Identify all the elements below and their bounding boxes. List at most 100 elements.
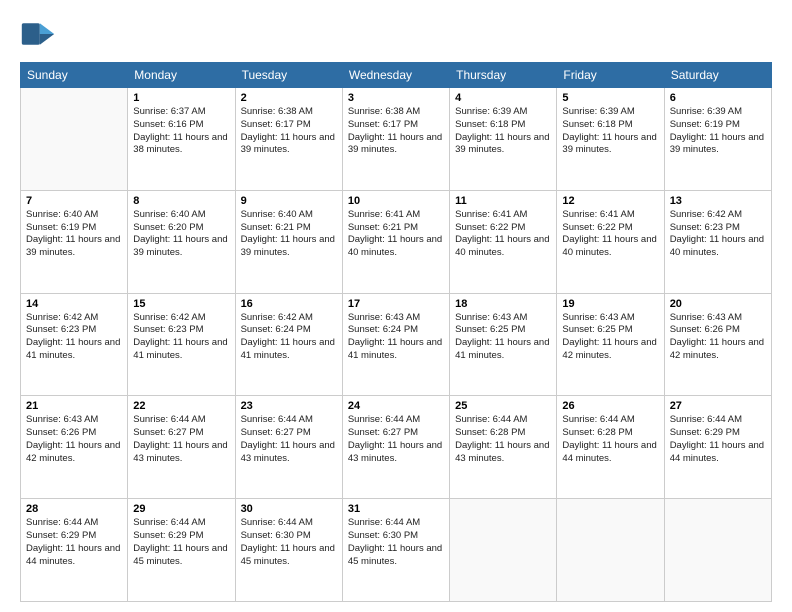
cell-info: Sunrise: 6:43 AMSunset: 6:25 PMDaylight:…	[455, 312, 551, 363]
calendar-header-wednesday: Wednesday	[342, 63, 449, 88]
logo-icon	[20, 16, 56, 52]
cell-info: Sunrise: 6:38 AMSunset: 6:17 PMDaylight:…	[241, 106, 337, 157]
calendar-cell: 16 Sunrise: 6:42 AMSunset: 6:24 PMDayligh…	[235, 293, 342, 396]
day-number: 21	[26, 400, 122, 412]
cell-info: Sunrise: 6:44 AMSunset: 6:28 PMDaylight:…	[455, 414, 551, 465]
day-number: 16	[241, 298, 337, 310]
cell-info: Sunrise: 6:44 AMSunset: 6:27 PMDaylight:…	[133, 414, 229, 465]
cell-info: Sunrise: 6:39 AMSunset: 6:19 PMDaylight:…	[670, 106, 766, 157]
cell-info: Sunrise: 6:42 AMSunset: 6:23 PMDaylight:…	[133, 312, 229, 363]
calendar-cell: 15 Sunrise: 6:42 AMSunset: 6:23 PMDayligh…	[128, 293, 235, 396]
day-number: 1	[133, 92, 229, 104]
calendar: SundayMondayTuesdayWednesdayThursdayFrid…	[20, 62, 772, 602]
day-number: 24	[348, 400, 444, 412]
calendar-cell: 31 Sunrise: 6:44 AMSunset: 6:30 PMDayligh…	[342, 499, 449, 602]
calendar-cell	[664, 499, 771, 602]
cell-info: Sunrise: 6:40 AMSunset: 6:20 PMDaylight:…	[133, 209, 229, 260]
cell-info: Sunrise: 6:44 AMSunset: 6:30 PMDaylight:…	[241, 517, 337, 568]
day-number: 25	[455, 400, 551, 412]
calendar-cell: 19 Sunrise: 6:43 AMSunset: 6:25 PMDayligh…	[557, 293, 664, 396]
cell-info: Sunrise: 6:44 AMSunset: 6:29 PMDaylight:…	[26, 517, 122, 568]
day-number: 29	[133, 503, 229, 515]
cell-info: Sunrise: 6:44 AMSunset: 6:28 PMDaylight:…	[562, 414, 658, 465]
calendar-cell: 3 Sunrise: 6:38 AMSunset: 6:17 PMDaylight…	[342, 88, 449, 191]
day-number: 20	[670, 298, 766, 310]
calendar-cell: 22Sunrise: 6:44 AMSunset: 6:27 PMDayligh…	[128, 396, 235, 499]
cell-info: Sunrise: 6:44 AMSunset: 6:29 PMDaylight:…	[133, 517, 229, 568]
calendar-header-saturday: Saturday	[664, 63, 771, 88]
calendar-cell: 23 Sunrise: 6:44 AMSunset: 6:27 PMDayligh…	[235, 396, 342, 499]
header	[20, 16, 772, 52]
cell-info: Sunrise: 6:37 AMSunset: 6:16 PMDaylight:…	[133, 106, 229, 157]
calendar-cell: 28 Sunrise: 6:44 AMSunset: 6:29 PMDayligh…	[21, 499, 128, 602]
day-number: 23	[241, 400, 337, 412]
day-number: 10	[348, 195, 444, 207]
day-number: 19	[562, 298, 658, 310]
calendar-week-4: 21 Sunrise: 6:43 AMSunset: 6:26 PMDayligh…	[21, 396, 772, 499]
day-number: 13	[670, 195, 766, 207]
calendar-header-friday: Friday	[557, 63, 664, 88]
calendar-cell: 26 Sunrise: 6:44 AMSunset: 6:28 PMDayligh…	[557, 396, 664, 499]
cell-info: Sunrise: 6:40 AMSunset: 6:21 PMDaylight:…	[241, 209, 337, 260]
cell-info: Sunrise: 6:43 AMSunset: 6:25 PMDaylight:…	[562, 312, 658, 363]
day-number: 4	[455, 92, 551, 104]
calendar-cell: 10 Sunrise: 6:41 AMSunset: 6:21 PMDayligh…	[342, 190, 449, 293]
calendar-cell: 18 Sunrise: 6:43 AMSunset: 6:25 PMDayligh…	[450, 293, 557, 396]
calendar-cell	[450, 499, 557, 602]
cell-info: Sunrise: 6:44 AMSunset: 6:30 PMDaylight:…	[348, 517, 444, 568]
day-number: 5	[562, 92, 658, 104]
calendar-header-row: SundayMondayTuesdayWednesdayThursdayFrid…	[21, 63, 772, 88]
page: SundayMondayTuesdayWednesdayThursdayFrid…	[0, 0, 792, 612]
calendar-cell: 21 Sunrise: 6:43 AMSunset: 6:26 PMDayligh…	[21, 396, 128, 499]
day-number: 12	[562, 195, 658, 207]
calendar-cell: 24 Sunrise: 6:44 AMSunset: 6:27 PMDayligh…	[342, 396, 449, 499]
cell-info: Sunrise: 6:43 AMSunset: 6:24 PMDaylight:…	[348, 312, 444, 363]
calendar-cell: 27 Sunrise: 6:44 AMSunset: 6:29 PMDayligh…	[664, 396, 771, 499]
cell-info: Sunrise: 6:41 AMSunset: 6:21 PMDaylight:…	[348, 209, 444, 260]
day-number: 31	[348, 503, 444, 515]
calendar-header-monday: Monday	[128, 63, 235, 88]
calendar-cell: 13 Sunrise: 6:42 AMSunset: 6:23 PMDayligh…	[664, 190, 771, 293]
calendar-cell: 30 Sunrise: 6:44 AMSunset: 6:30 PMDayligh…	[235, 499, 342, 602]
calendar-week-1: 1 Sunrise: 6:37 AMSunset: 6:16 PMDaylight…	[21, 88, 772, 191]
cell-info: Sunrise: 6:43 AMSunset: 6:26 PMDaylight:…	[26, 414, 122, 465]
day-number: 9	[241, 195, 337, 207]
day-number: 14	[26, 298, 122, 310]
day-number: 30	[241, 503, 337, 515]
calendar-cell: 1 Sunrise: 6:37 AMSunset: 6:16 PMDaylight…	[128, 88, 235, 191]
cell-info: Sunrise: 6:42 AMSunset: 6:23 PMDaylight:…	[26, 312, 122, 363]
cell-info: Sunrise: 6:44 AMSunset: 6:27 PMDaylight:…	[348, 414, 444, 465]
cell-info: Sunrise: 6:44 AMSunset: 6:29 PMDaylight:…	[670, 414, 766, 465]
calendar-cell: 11Sunrise: 6:41 AMSunset: 6:22 PMDayligh…	[450, 190, 557, 293]
day-number: 18	[455, 298, 551, 310]
cell-info: Sunrise: 6:39 AMSunset: 6:18 PMDaylight:…	[562, 106, 658, 157]
cell-info: Sunrise: 6:38 AMSunset: 6:17 PMDaylight:…	[348, 106, 444, 157]
day-number: 17	[348, 298, 444, 310]
cell-info: Sunrise: 6:43 AMSunset: 6:26 PMDaylight:…	[670, 312, 766, 363]
cell-info: Sunrise: 6:44 AMSunset: 6:27 PMDaylight:…	[241, 414, 337, 465]
calendar-cell: 20 Sunrise: 6:43 AMSunset: 6:26 PMDayligh…	[664, 293, 771, 396]
calendar-cell: 6 Sunrise: 6:39 AMSunset: 6:19 PMDaylight…	[664, 88, 771, 191]
calendar-cell	[21, 88, 128, 191]
calendar-week-5: 28 Sunrise: 6:44 AMSunset: 6:29 PMDayligh…	[21, 499, 772, 602]
day-number: 27	[670, 400, 766, 412]
day-number: 6	[670, 92, 766, 104]
day-number: 11	[455, 195, 551, 207]
day-number: 28	[26, 503, 122, 515]
cell-info: Sunrise: 6:42 AMSunset: 6:24 PMDaylight:…	[241, 312, 337, 363]
calendar-header-thursday: Thursday	[450, 63, 557, 88]
calendar-week-3: 14 Sunrise: 6:42 AMSunset: 6:23 PMDayligh…	[21, 293, 772, 396]
calendar-cell: 2Sunrise: 6:38 AMSunset: 6:17 PMDaylight…	[235, 88, 342, 191]
day-number: 26	[562, 400, 658, 412]
day-number: 3	[348, 92, 444, 104]
day-number: 7	[26, 195, 122, 207]
calendar-cell: 12 Sunrise: 6:41 AMSunset: 6:22 PMDayligh…	[557, 190, 664, 293]
calendar-cell: 4 Sunrise: 6:39 AMSunset: 6:18 PMDaylight…	[450, 88, 557, 191]
day-number: 15	[133, 298, 229, 310]
calendar-cell: 7Sunrise: 6:40 AMSunset: 6:19 PMDaylight…	[21, 190, 128, 293]
cell-info: Sunrise: 6:39 AMSunset: 6:18 PMDaylight:…	[455, 106, 551, 157]
cell-info: Sunrise: 6:41 AMSunset: 6:22 PMDaylight:…	[562, 209, 658, 260]
calendar-header-tuesday: Tuesday	[235, 63, 342, 88]
cell-info: Sunrise: 6:42 AMSunset: 6:23 PMDaylight:…	[670, 209, 766, 260]
calendar-cell: 29 Sunrise: 6:44 AMSunset: 6:29 PMDayligh…	[128, 499, 235, 602]
